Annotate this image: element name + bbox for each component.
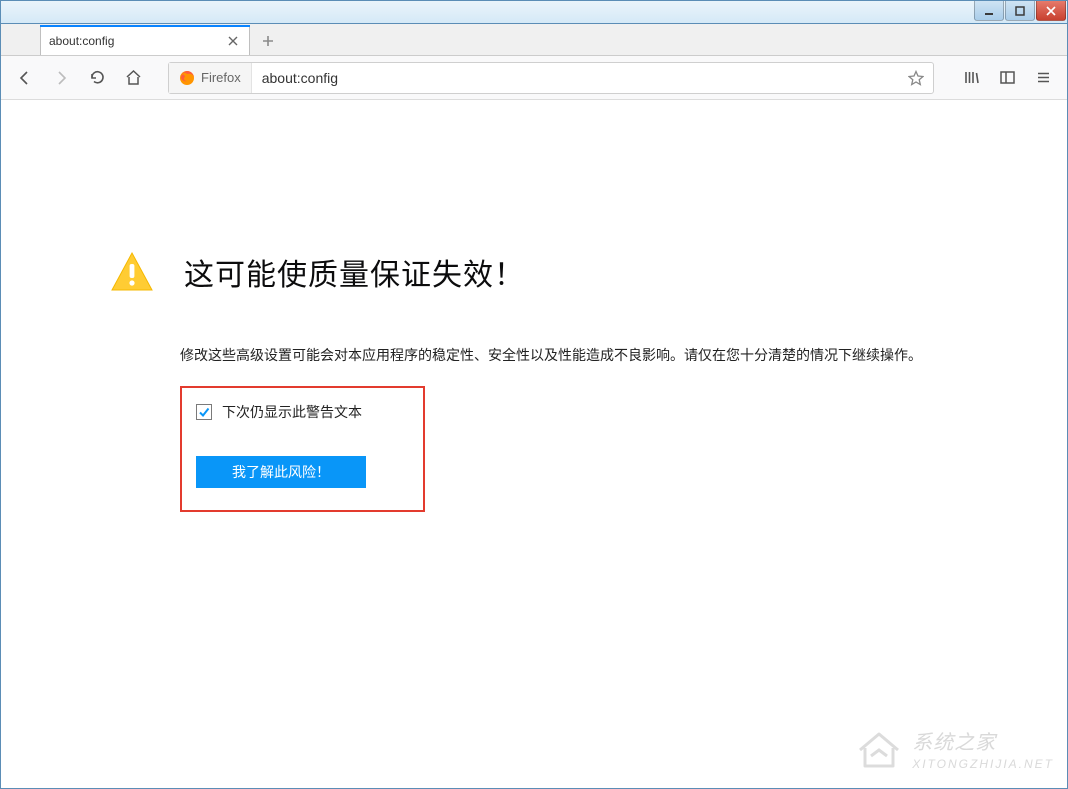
library-icon[interactable] xyxy=(954,62,988,94)
show-warning-checkbox[interactable]: 下次仍显示此警告文本 xyxy=(196,402,409,422)
identity-box[interactable]: Firefox xyxy=(169,63,252,93)
house-icon xyxy=(856,728,902,770)
url-input[interactable] xyxy=(252,63,899,93)
sidebar-icon[interactable] xyxy=(990,62,1024,94)
watermark-text-wrap: 系统之家 XITONGZHIJIA.NET xyxy=(912,726,1054,771)
tab-strip: about:config xyxy=(0,24,1068,56)
new-tab-button[interactable] xyxy=(254,27,282,55)
url-bar[interactable]: Firefox xyxy=(168,62,934,94)
checkbox-icon xyxy=(196,404,212,420)
tab-title: about:config xyxy=(49,34,225,48)
watermark-text: 系统之家 xyxy=(912,726,1054,755)
highlight-box: 下次仍显示此警告文本 我了解此风险！ xyxy=(180,386,425,512)
forward-button[interactable] xyxy=(44,62,78,94)
bookmark-star-icon[interactable] xyxy=(899,63,933,93)
window-controls xyxy=(974,1,1067,23)
back-button[interactable] xyxy=(8,62,42,94)
window-close-button[interactable] xyxy=(1036,1,1066,21)
tab-about-config[interactable]: about:config xyxy=(40,25,250,55)
window-minimize-button[interactable] xyxy=(974,1,1004,21)
firefox-icon xyxy=(179,70,195,86)
warning-header: 这可能使质量保证失效！ xyxy=(110,250,1068,294)
warning-triangle-icon xyxy=(110,250,154,294)
watermark-subtext: XITONGZHIJIA.NET xyxy=(912,757,1054,771)
window-maximize-button[interactable] xyxy=(1005,1,1035,21)
warning-description: 修改这些高级设置可能会对本应用程序的稳定性、安全性以及性能造成不良影响。请仅在您… xyxy=(180,344,980,368)
window-titlebar xyxy=(0,0,1068,24)
tab-close-icon[interactable] xyxy=(225,33,241,49)
toolbar-right xyxy=(954,62,1060,94)
toolbar: Firefox xyxy=(0,56,1068,100)
watermark: 系统之家 XITONGZHIJIA.NET xyxy=(856,726,1054,771)
identity-label: Firefox xyxy=(201,70,241,85)
accept-risk-button[interactable]: 我了解此风险！ xyxy=(196,456,366,488)
reload-button[interactable] xyxy=(80,62,114,94)
warning-title: 这可能使质量保证失效！ xyxy=(184,250,525,294)
home-button[interactable] xyxy=(116,62,150,94)
menu-icon[interactable] xyxy=(1026,62,1060,94)
content-area: 这可能使质量保证失效！ 修改这些高级设置可能会对本应用程序的稳定性、安全性以及性… xyxy=(0,100,1068,512)
checkbox-label: 下次仍显示此警告文本 xyxy=(222,402,362,422)
